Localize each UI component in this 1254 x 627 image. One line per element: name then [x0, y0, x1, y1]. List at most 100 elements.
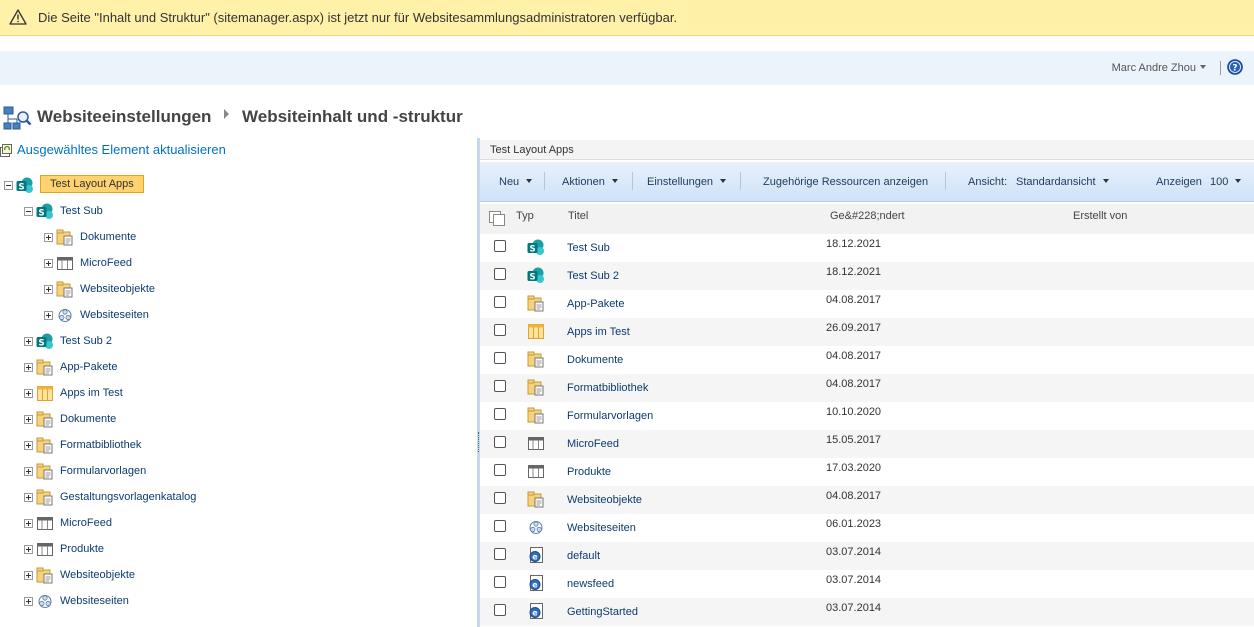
tree-item[interactable]: Dokumente [0, 228, 470, 250]
tree-item[interactable]: S Test Layout Apps [0, 175, 470, 198]
row-title-link[interactable]: Dokumente [567, 354, 623, 366]
help-icon[interactable]: ? [1227, 59, 1243, 75]
expand-icon[interactable] [24, 337, 33, 346]
expand-icon[interactable] [44, 311, 53, 320]
tree-item[interactable]: Websiteobjekte [0, 280, 470, 302]
expand-icon[interactable] [24, 493, 33, 502]
tree-item[interactable]: MicroFeed [0, 254, 470, 276]
collapse-icon[interactable] [24, 207, 33, 216]
tree-item-label[interactable]: MicroFeed [60, 517, 112, 529]
row-checkbox[interactable] [494, 520, 506, 532]
tree-item-label[interactable]: Test Sub [60, 205, 103, 217]
tree-item[interactable]: MicroFeed [0, 514, 470, 536]
row-checkbox[interactable] [494, 240, 506, 252]
expand-icon[interactable] [44, 285, 53, 294]
view-selector[interactable]: Standardansicht [1016, 176, 1109, 188]
user-menu[interactable]: Marc Andre Zhou [1112, 62, 1206, 74]
row-title-link[interactable]: Test Sub [567, 242, 610, 254]
table-row[interactable]: S Test Sub 18.12.2021 [480, 234, 1254, 262]
expand-icon[interactable] [24, 597, 33, 606]
tree-item[interactable]: Websiteseiten [0, 592, 470, 614]
tree-item-label[interactable]: Test Sub 2 [60, 335, 112, 347]
column-modified[interactable]: Ge&#228;ndert [830, 210, 905, 222]
table-row[interactable]: Formularvorlagen 10.10.2020 [480, 402, 1254, 430]
tree-item[interactable]: Apps im Test [0, 384, 470, 406]
expand-icon[interactable] [24, 389, 33, 398]
new-menu[interactable]: Neu [499, 176, 533, 188]
row-title-link[interactable]: Websiteseiten [567, 522, 636, 534]
row-checkbox[interactable] [494, 436, 506, 448]
row-title-link[interactable]: newsfeed [567, 578, 614, 590]
table-row[interactable]: Websiteobjekte 04.08.2017 [480, 486, 1254, 514]
expand-icon[interactable] [24, 545, 33, 554]
column-type[interactable]: Typ [516, 210, 534, 222]
tree-item[interactable]: Websiteobjekte [0, 566, 470, 588]
tree-item-label[interactable]: Gestaltungsvorlagenkatalog [60, 491, 196, 503]
row-checkbox[interactable] [494, 268, 506, 280]
tree-item-label[interactable]: Dokumente [80, 231, 136, 243]
expand-icon[interactable] [44, 233, 53, 242]
actions-menu[interactable]: Aktionen [562, 176, 618, 188]
tree-item[interactable]: Websiteseiten [0, 306, 470, 328]
row-title-link[interactable]: default [567, 550, 600, 562]
row-title-link[interactable]: App-Pakete [567, 298, 624, 310]
tree-item[interactable]: Gestaltungsvorlagenkatalog [0, 488, 470, 510]
tree-item[interactable]: Dokumente [0, 410, 470, 432]
collapse-icon[interactable] [4, 181, 13, 190]
table-row[interactable]: Apps im Test 26.09.2017 [480, 318, 1254, 346]
expand-icon[interactable] [24, 571, 33, 580]
row-checkbox[interactable] [494, 352, 506, 364]
tree-item[interactable]: Produkte [0, 540, 470, 562]
tree-item-label[interactable]: App-Pakete [60, 361, 117, 373]
table-row[interactable]: MicroFeed 15.05.2017 [480, 430, 1254, 458]
table-row[interactable]: App-Pakete 04.08.2017 [480, 290, 1254, 318]
row-checkbox[interactable] [494, 380, 506, 392]
table-row[interactable]: Formatbibliothek 04.08.2017 [480, 374, 1254, 402]
row-title-link[interactable]: Test Sub 2 [567, 270, 619, 282]
row-checkbox[interactable] [494, 604, 506, 616]
expand-icon[interactable] [24, 467, 33, 476]
tree-item[interactable]: Formularvorlagen [0, 462, 470, 484]
items-per-page-selector[interactable]: 100 [1210, 176, 1242, 188]
table-row[interactable]: e default 03.07.2014 [480, 542, 1254, 570]
tree-item-label[interactable]: Formatbibliothek [60, 439, 141, 451]
table-row[interactable]: e newsfeed 03.07.2014 [480, 570, 1254, 598]
tree-item[interactable]: App-Pakete [0, 358, 470, 380]
table-row[interactable]: e GettingStarted 03.07.2014 [480, 598, 1254, 626]
row-checkbox[interactable] [494, 408, 506, 420]
row-title-link[interactable]: Formularvorlagen [567, 410, 653, 422]
row-checkbox[interactable] [494, 464, 506, 476]
row-checkbox[interactable] [494, 576, 506, 588]
expand-icon[interactable] [24, 363, 33, 372]
tree-item[interactable]: S Test Sub 2 [0, 332, 470, 354]
tree-item-label[interactable]: Websiteobjekte [60, 569, 135, 581]
row-title-link[interactable]: Websiteobjekte [567, 494, 642, 506]
breadcrumb-site-settings-link[interactable]: Websiteeinstellungen [37, 107, 211, 127]
tree-item-label[interactable]: Dokumente [60, 413, 116, 425]
settings-menu[interactable]: Einstellungen [647, 176, 727, 188]
row-checkbox[interactable] [494, 492, 506, 504]
related-resources-button[interactable]: Zugehörige Ressourcen anzeigen [763, 176, 928, 188]
tree-item[interactable]: Formatbibliothek [0, 436, 470, 458]
row-title-link[interactable]: MicroFeed [567, 438, 619, 450]
tree-item-label[interactable]: Websiteseiten [60, 595, 129, 607]
tree-item-label[interactable]: MicroFeed [80, 257, 132, 269]
tree-item-label[interactable]: Produkte [60, 543, 104, 555]
expand-icon[interactable] [24, 415, 33, 424]
column-title[interactable]: Titel [568, 210, 588, 222]
tree-item-label[interactable]: Apps im Test [60, 387, 123, 399]
row-checkbox[interactable] [494, 296, 506, 308]
table-row[interactable]: S Test Sub 2 18.12.2021 [480, 262, 1254, 290]
expand-icon[interactable] [24, 519, 33, 528]
tree-item-label[interactable]: Formularvorlagen [60, 465, 146, 477]
tree-item-label[interactable]: Websiteobjekte [80, 283, 155, 295]
table-row[interactable]: Websiteseiten 06.01.2023 [480, 514, 1254, 542]
table-row[interactable]: Dokumente 04.08.2017 [480, 346, 1254, 374]
tree-item-label[interactable]: Test Layout Apps [40, 175, 144, 193]
row-checkbox[interactable] [494, 548, 506, 560]
expand-icon[interactable] [44, 259, 53, 268]
expand-icon[interactable] [24, 441, 33, 450]
column-created-by[interactable]: Erstellt von [1073, 210, 1127, 222]
table-row[interactable]: Produkte 17.03.2020 [480, 458, 1254, 486]
tree-item[interactable]: S Test Sub [0, 202, 470, 224]
